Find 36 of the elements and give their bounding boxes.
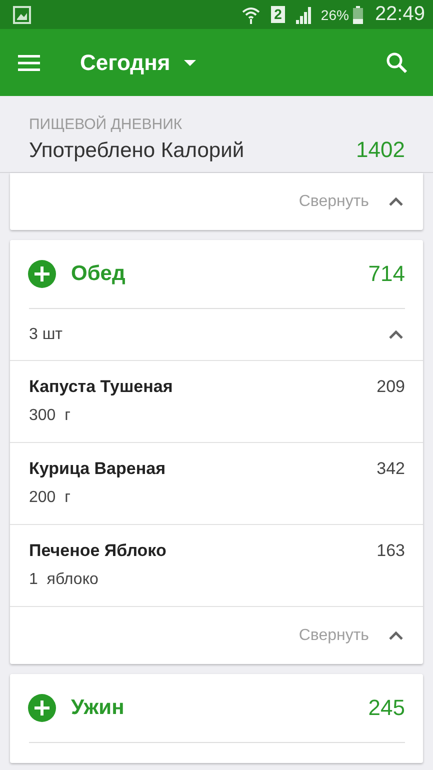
add-icon[interactable]: [28, 260, 56, 288]
menu-icon[interactable]: [18, 54, 40, 70]
image-icon: [13, 6, 31, 24]
battery-icon: [352, 6, 363, 24]
chevron-up-icon[interactable]: [389, 197, 403, 206]
food-amount: 1 яблоко: [29, 571, 100, 589]
wifi-icon: [241, 4, 262, 24]
food-name: Печеное Яблоко: [29, 541, 166, 561]
food-calories: 163: [376, 541, 405, 561]
meal-name: Обед: [71, 262, 126, 286]
food-item[interactable]: Капуста Тушеная 209 300 г: [10, 361, 423, 443]
add-icon[interactable]: [28, 694, 56, 722]
food-calories: 342: [376, 459, 405, 479]
meal-calories: 245: [368, 695, 405, 721]
dropdown-icon[interactable]: [184, 60, 196, 66]
food-calories: 209: [376, 377, 405, 397]
food-amount: 300 г: [29, 407, 72, 425]
food-item[interactable]: Печеное Яблоко 163 1 яблоко: [10, 525, 423, 607]
search-icon[interactable]: [386, 52, 408, 74]
item-count: 3 шт: [29, 326, 63, 344]
chevron-up-icon[interactable]: [389, 631, 403, 640]
battery-percent: 26%: [320, 6, 349, 22]
meal-name: Ужин: [71, 696, 124, 720]
food-name: Курица Вареная: [29, 459, 166, 479]
calories-label: Употреблено Калорий: [29, 139, 244, 163]
food-item[interactable]: Курица Вареная 342 200 г: [10, 443, 423, 525]
signal-icon: [294, 6, 313, 24]
food-amount: 200 г: [29, 489, 72, 507]
calories-total: 1402: [356, 137, 405, 163]
clock-time: 22:49: [374, 3, 425, 26]
chevron-up-icon[interactable]: [389, 330, 403, 339]
meal-calories: 714: [368, 261, 405, 287]
section-label: ПИЩЕВОЙ ДНЕВНИК: [29, 116, 184, 133]
date-title[interactable]: Сегодня: [80, 50, 170, 76]
food-name: Капуста Тушеная: [29, 377, 173, 397]
sim-indicator: 2: [271, 6, 285, 23]
